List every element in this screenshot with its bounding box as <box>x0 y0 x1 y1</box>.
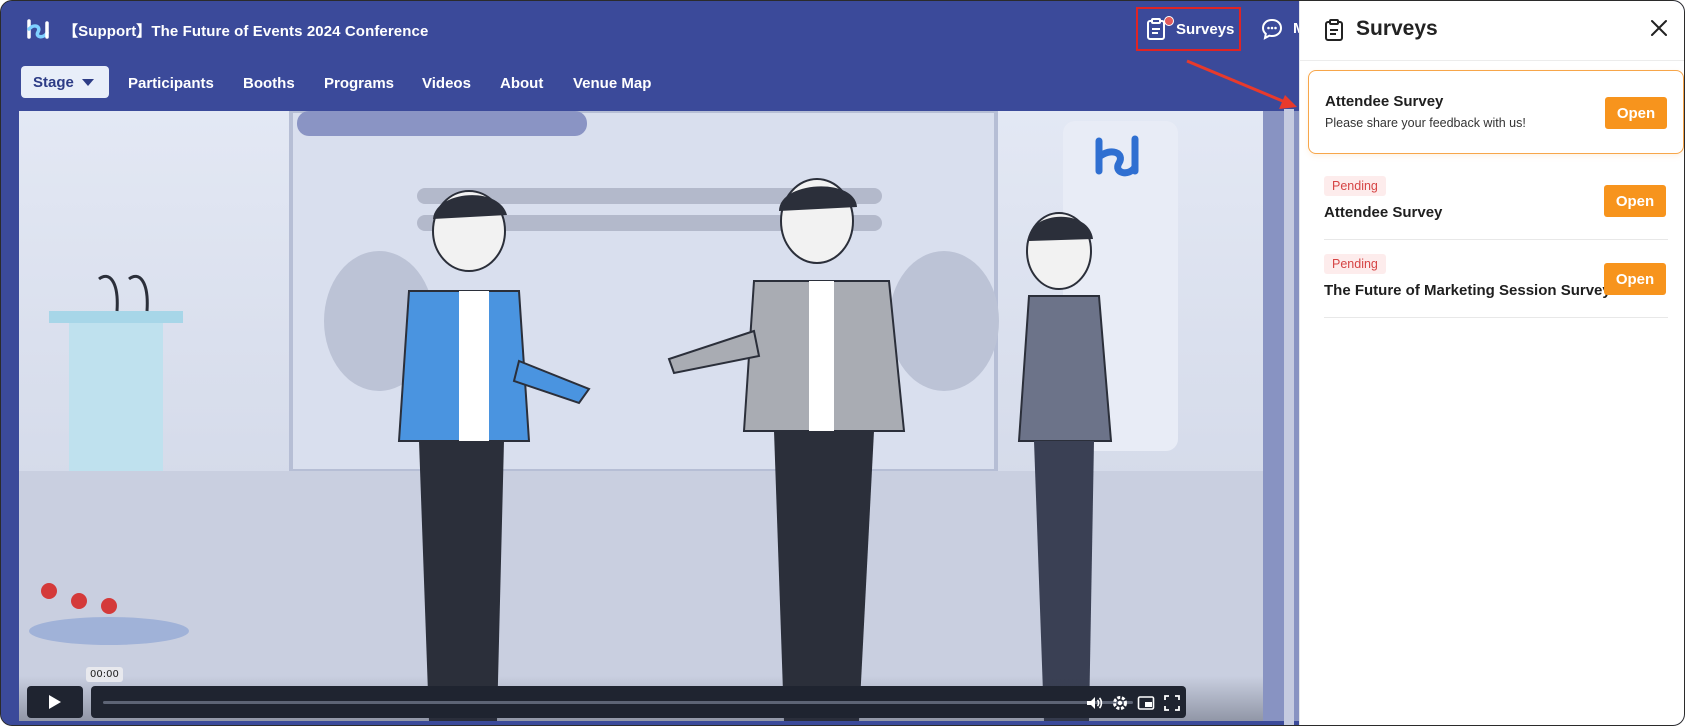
survey-item[interactable]: Attendee Survey Please share your feedba… <box>1308 70 1684 154</box>
survey-name: Attendee Survey <box>1325 93 1444 110</box>
nav-item-stage[interactable]: Stage <box>21 66 109 98</box>
scrollbar[interactable] <box>1284 109 1294 725</box>
nav-item-venue-map[interactable]: Venue Map <box>573 75 651 92</box>
volume-icon[interactable] <box>1085 694 1103 712</box>
app-logo-icon[interactable] <box>25 17 51 43</box>
open-survey-button[interactable]: Open <box>1605 97 1667 129</box>
chat-bubble-icon[interactable] <box>1260 17 1284 41</box>
chevron-down-icon <box>81 78 94 86</box>
nav-stage-label: Stage <box>33 73 74 91</box>
video-controls: 00:00 <box>19 667 1263 721</box>
play-icon <box>49 695 61 709</box>
progress-track[interactable] <box>103 701 1133 704</box>
status-badge: Pending <box>1324 254 1386 274</box>
open-survey-button[interactable]: Open <box>1604 263 1666 295</box>
surveys-button[interactable]: Surveys <box>1136 7 1241 51</box>
clipboard-icon <box>1325 19 1343 41</box>
video-side-gutter <box>1263 111 1301 721</box>
nav-item-videos[interactable]: Videos <box>422 75 471 92</box>
panel-header: Surveys <box>1300 1 1684 61</box>
app-window: 【Support】The Future of Events 2024 Confe… <box>0 0 1685 726</box>
video-frame-illustration <box>19 111 1263 721</box>
picture-in-picture-icon[interactable] <box>1137 694 1155 712</box>
progress-bar-container[interactable] <box>91 686 1186 718</box>
nav-item-programs[interactable]: Programs <box>324 75 394 92</box>
nav-item-participants[interactable]: Participants <box>128 75 214 92</box>
main-nav: Stage Participants Booths Programs Video… <box>1 59 1301 109</box>
stage-area: 00:00 <box>1 109 1301 725</box>
survey-name: The Future of Marketing Session Survey <box>1324 282 1611 299</box>
video-player[interactable]: 00:00 <box>19 111 1263 721</box>
close-icon[interactable] <box>1650 19 1668 37</box>
event-title: 【Support】The Future of Events 2024 Confe… <box>63 23 429 40</box>
nav-item-booths[interactable]: Booths <box>243 75 295 92</box>
clipboard-icon <box>1147 18 1165 40</box>
survey-name: Attendee Survey <box>1324 204 1443 221</box>
survey-item[interactable]: Pending The Future of Marketing Session … <box>1324 240 1668 318</box>
nav-item-about[interactable]: About <box>500 75 543 92</box>
top-header: 【Support】The Future of Events 2024 Confe… <box>1 1 1306 59</box>
open-survey-button[interactable]: Open <box>1604 185 1666 217</box>
surveys-label: Surveys <box>1176 20 1235 38</box>
survey-item[interactable]: Pending Attendee Survey Open <box>1324 162 1668 240</box>
current-time-tooltip: 00:00 <box>86 667 123 682</box>
notification-dot <box>1164 16 1174 26</box>
surveys-panel: Surveys Attendee Survey Please share you… <box>1299 1 1684 725</box>
settings-gear-icon[interactable] <box>1111 694 1129 712</box>
fullscreen-icon[interactable] <box>1163 694 1181 712</box>
survey-description: Please share your feedback with us! <box>1325 116 1526 130</box>
status-badge: Pending <box>1324 176 1386 196</box>
play-button[interactable] <box>27 686 83 718</box>
panel-title: Surveys <box>1356 17 1438 40</box>
